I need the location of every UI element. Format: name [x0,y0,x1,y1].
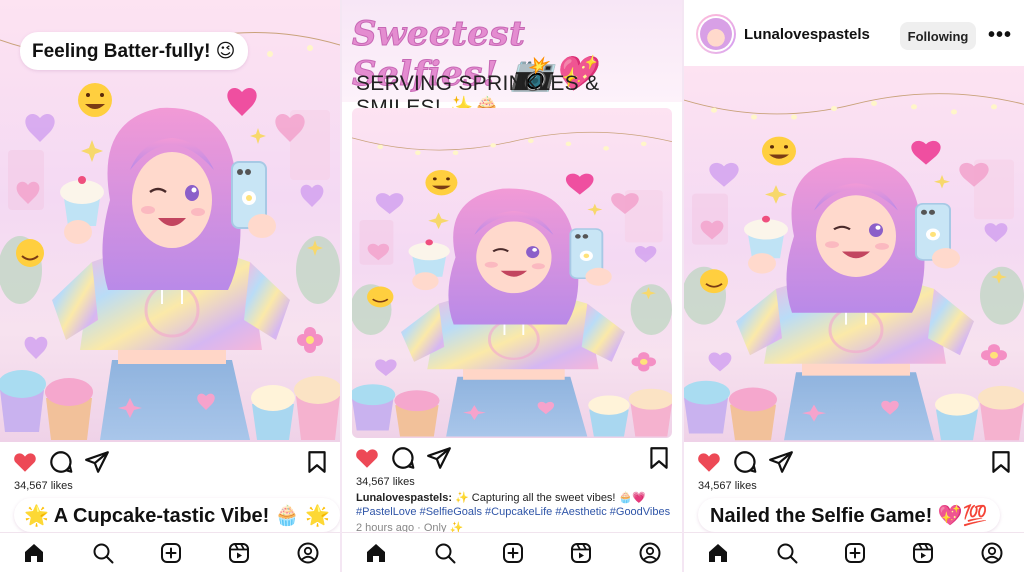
post-image[interactable] [352,108,672,438]
bookmark-icon[interactable] [988,449,1014,475]
caption-hashtags[interactable]: #PastelLove #SelfieGoals #CupcakeLife #A… [356,506,670,518]
bottom-caption-text: Nailed the Selfie Game! 💖💯 [710,504,988,527]
profile-icon[interactable] [296,541,320,565]
avatar[interactable] [696,14,736,54]
action-bar [684,449,1024,479]
search-icon[interactable] [433,541,457,565]
bottom-caption-pill: 🌟 A Cupcake-tastic Vibe! 🧁 🌟 [14,498,340,532]
selfie-illustration [684,92,1024,442]
selfie-illustration [352,130,672,438]
post-panel-1: Feeling Batter-fully! 😉 34,567 likes 🌟 A… [0,0,340,572]
profile-icon[interactable] [638,541,662,565]
bottom-caption-pill: Nailed the Selfie Game! 💖💯 [698,498,1000,532]
likes-count[interactable]: 34,567 likes [356,476,415,488]
share-icon[interactable] [84,449,110,475]
create-icon[interactable] [159,541,183,565]
bottom-nav [684,532,1024,572]
action-bar [0,449,340,479]
post-header: Lunalovespastels Following ••• [684,0,1024,66]
caption-text: ✨ Capturing all the sweet vibes! 🧁💗 [455,492,646,504]
share-icon[interactable] [768,449,794,475]
more-options-icon[interactable]: ••• [988,24,1012,47]
bottom-nav [0,532,340,572]
reels-icon[interactable] [227,541,251,565]
post-image[interactable] [684,66,1024,442]
caption-username[interactable]: Lunalovespastels: [356,492,452,504]
post-header-banner: Sweetest Selfies! 📸💖 SERVING SPRINKLES &… [342,0,682,119]
comment-icon[interactable] [732,449,758,475]
bottom-caption-text: 🌟 A Cupcake-tastic Vibe! 🧁 🌟 [24,504,331,527]
heart-filled-icon[interactable] [12,449,38,475]
heart-filled-icon[interactable] [354,445,380,471]
profile-icon[interactable] [980,541,1004,565]
bookmark-icon[interactable] [646,445,672,471]
likes-count[interactable]: 34,567 likes [698,480,757,492]
following-button[interactable]: Following [900,22,976,50]
post-caption: Lunalovespastels: ✨ Capturing all the sw… [356,491,646,504]
likes-count[interactable]: 34,567 likes [14,480,73,492]
reels-icon[interactable] [569,541,593,565]
comment-icon[interactable] [390,445,416,471]
home-icon[interactable] [706,541,730,565]
top-caption-pill: Feeling Batter-fully! 😉 [20,32,248,70]
create-icon[interactable] [843,541,867,565]
bookmark-icon[interactable] [304,449,330,475]
reels-icon[interactable] [911,541,935,565]
heart-filled-icon[interactable] [696,449,722,475]
post-panel-2: Sweetest Selfies! 📸💖 SERVING SPRINKLES &… [342,0,682,572]
top-caption-text: Feeling Batter-fully! 😉 [32,40,236,62]
share-icon[interactable] [426,445,452,471]
create-icon[interactable] [501,541,525,565]
bottom-nav [342,532,682,572]
post-panel-3: Lunalovespastels Following ••• 34,567 li… [684,0,1024,572]
post-username[interactable]: Lunalovespastels [744,26,870,43]
action-bar [342,445,682,475]
comment-icon[interactable] [48,449,74,475]
search-icon[interactable] [91,541,115,565]
home-icon[interactable] [22,541,46,565]
search-icon[interactable] [775,541,799,565]
home-icon[interactable] [364,541,388,565]
